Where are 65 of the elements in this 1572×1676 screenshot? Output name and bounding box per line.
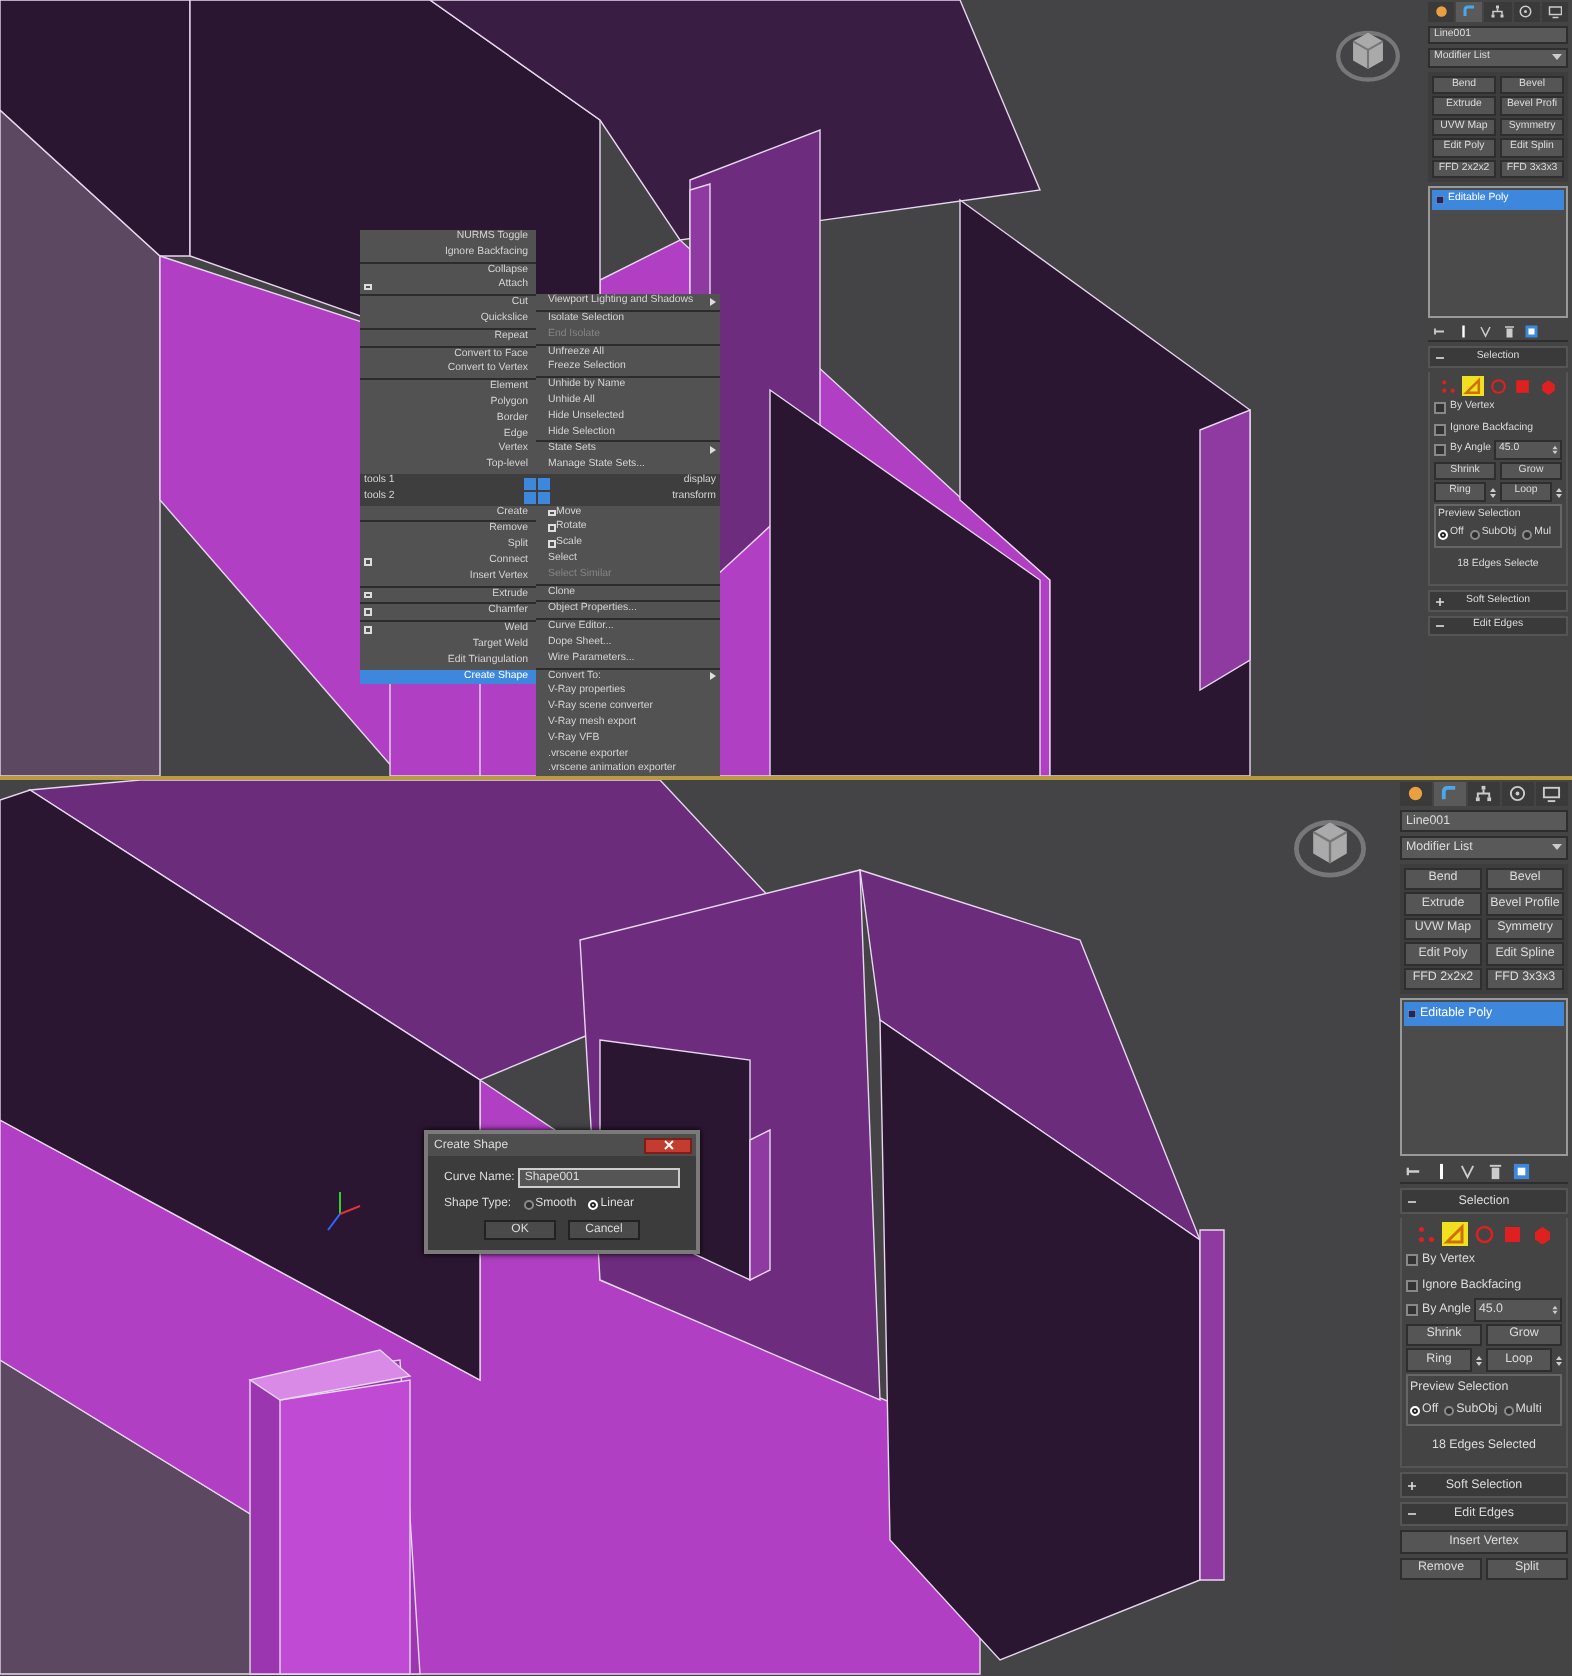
options-box-icon[interactable] (548, 524, 556, 532)
edge-triangle-icon[interactable] (1462, 375, 1484, 397)
options-box-icon[interactable] (364, 558, 372, 566)
caret-icon (1552, 842, 1562, 853)
radio-indicator[interactable] (1469, 529, 1480, 539)
trash-icon[interactable] (1501, 323, 1516, 339)
edge-triangle-icon[interactable] (1442, 1221, 1468, 1247)
options-box-icon[interactable] (548, 540, 556, 548)
radio-indicator[interactable] (1503, 1405, 1514, 1415)
minus-icon (1436, 622, 1444, 630)
spinner-arrows-icon[interactable] (1490, 485, 1496, 499)
fork-icon[interactable] (1478, 323, 1493, 339)
spinner-arrows-icon[interactable] (1476, 1353, 1482, 1367)
fork-icon[interactable] (1458, 1161, 1477, 1181)
panel-tab[interactable] (1541, 2, 1569, 21)
vertex-dots-icon[interactable] (1413, 1221, 1439, 1247)
expand-box-icon[interactable] (1408, 1009, 1416, 1018)
configure-icon[interactable] (1524, 323, 1539, 339)
wheel-icon (1508, 784, 1528, 803)
monitor-icon (1547, 4, 1563, 19)
submenu-arrow-icon (710, 672, 716, 681)
options-box-icon[interactable] (548, 509, 556, 517)
options-box-icon[interactable] (364, 591, 372, 599)
panel-tab[interactable] (1456, 2, 1483, 21)
caret-icon (1552, 52, 1562, 63)
hierarchy-icon (1474, 784, 1494, 803)
panel-tab[interactable] (1400, 782, 1432, 805)
hierarchy-icon (1490, 4, 1506, 19)
radio-indicator[interactable] (1522, 529, 1533, 539)
panel-tab[interactable] (1468, 782, 1500, 805)
submenu-arrow-icon (710, 446, 716, 455)
monitor-icon (1542, 784, 1562, 803)
options-box-icon[interactable] (364, 626, 372, 634)
panel-tab[interactable] (1484, 2, 1512, 21)
wheel-icon (1518, 4, 1534, 19)
sphere-icon (1406, 784, 1426, 803)
panel-tab[interactable] (1536, 782, 1568, 805)
vertex-dots-icon[interactable] (1437, 375, 1459, 397)
spinner-arrows-icon[interactable] (1556, 1353, 1562, 1367)
minus-icon (1436, 353, 1444, 361)
plus-icon (1408, 1481, 1416, 1489)
panel-tab[interactable] (1513, 2, 1540, 21)
radio-indicator[interactable] (1444, 1405, 1455, 1415)
options-box-icon[interactable] (364, 283, 372, 291)
sphere-icon (1433, 4, 1449, 19)
trash-icon[interactable] (1485, 1161, 1504, 1181)
bent-pipe-icon (1462, 4, 1478, 19)
quad-center-icon (524, 477, 550, 503)
spinner-arrows-icon[interactable] (1552, 444, 1558, 456)
spinner-arrows-icon[interactable] (1556, 485, 1562, 499)
submenu-arrow-icon (710, 298, 716, 307)
configure-icon[interactable] (1512, 1161, 1531, 1181)
expand-box-icon[interactable] (1436, 195, 1444, 204)
panel-tab[interactable] (1502, 782, 1534, 805)
bent-pipe-icon (1440, 784, 1460, 803)
minus-icon (1408, 1510, 1416, 1518)
plus-icon (1436, 597, 1444, 605)
close-icon (663, 1140, 673, 1150)
radio-indicator[interactable] (523, 1199, 534, 1209)
panel-tab[interactable] (1428, 2, 1455, 21)
pin-icon[interactable] (1432, 323, 1447, 339)
minus-icon (1408, 1197, 1416, 1205)
close-button[interactable] (644, 1137, 692, 1153)
spinner-arrows-icon[interactable] (1552, 1304, 1558, 1316)
options-box-icon[interactable] (364, 608, 372, 616)
